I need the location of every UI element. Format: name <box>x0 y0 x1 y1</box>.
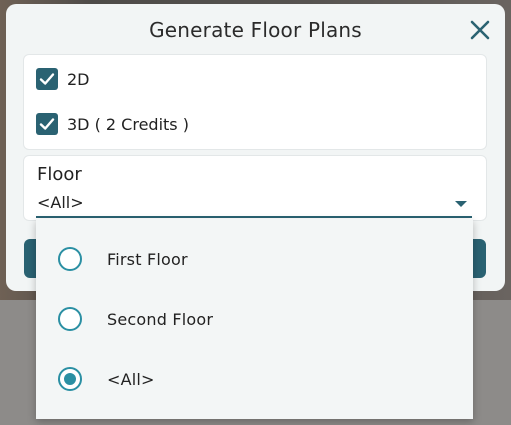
radio-icon[interactable] <box>58 247 82 271</box>
chevron-down-icon[interactable] <box>455 201 467 207</box>
floor-option-label: <All> <box>107 369 155 389</box>
floor-option-label: Second Floor <box>107 309 214 329</box>
floor-option-first-floor[interactable]: First Floor <box>36 229 473 289</box>
dialog-title: Generate Floor Plans <box>149 18 362 42</box>
checkbox-2d[interactable]: 2D <box>36 67 90 91</box>
floor-select-value[interactable]: <All> <box>37 193 84 212</box>
checkbox-3d-box[interactable] <box>36 113 58 135</box>
plan-type-card: 2D 3D ( 2 Credits ) <box>23 54 487 150</box>
close-icon <box>470 20 490 40</box>
radio-dot <box>64 373 76 385</box>
checkbox-3d-label: 3D ( 2 Credits ) <box>67 114 189 134</box>
checkmark-icon <box>39 73 55 85</box>
checkmark-icon <box>39 118 55 130</box>
close-button[interactable] <box>468 18 492 42</box>
floor-select-card: Floor <All> <box>23 155 487 221</box>
checkbox-3d[interactable]: 3D ( 2 Credits ) <box>36 112 189 136</box>
floor-dropdown-menu: First Floor Second Floor <All> <box>36 219 473 419</box>
radio-selected-icon[interactable] <box>58 367 82 391</box>
floor-option-all[interactable]: <All> <box>36 349 473 409</box>
floor-select-label: Floor <box>37 164 82 185</box>
checkbox-2d-box[interactable] <box>36 68 58 90</box>
floor-option-label: First Floor <box>107 249 188 269</box>
floor-select-underline <box>36 216 472 218</box>
floor-option-second-floor[interactable]: Second Floor <box>36 289 473 349</box>
checkbox-2d-label: 2D <box>67 69 90 89</box>
radio-icon[interactable] <box>58 307 82 331</box>
